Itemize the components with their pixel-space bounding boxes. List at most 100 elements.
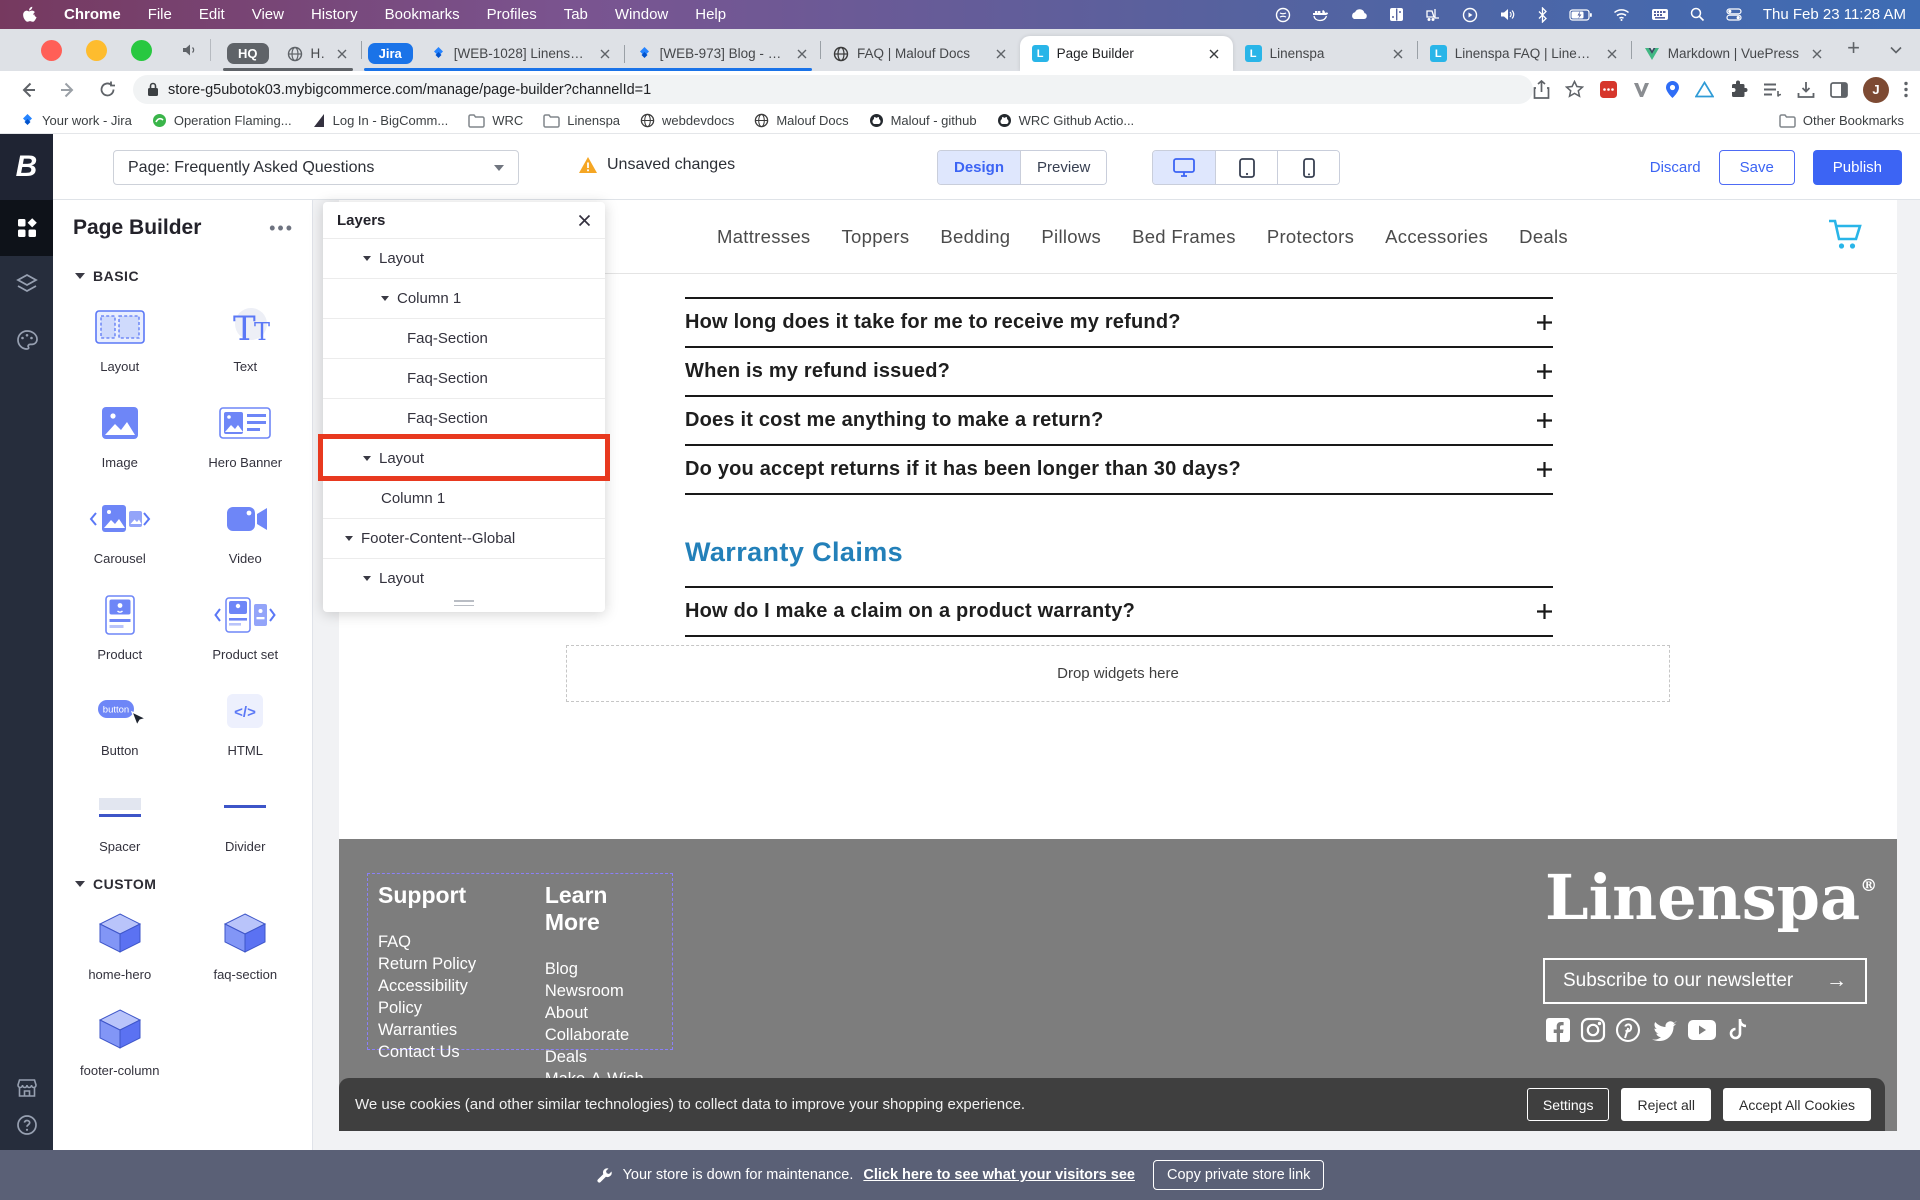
tab-close-icon[interactable] [334,45,351,62]
cookie-reject-button[interactable]: Reject all [1621,1088,1711,1121]
window-close-button[interactable] [41,40,62,61]
tiktok-icon[interactable] [1726,1017,1748,1043]
caret-down-icon[interactable] [381,296,389,301]
tab-linenspa-faq[interactable]: L Linenspa FAQ | Linensp [1418,36,1631,71]
location-pin-extension-icon[interactable] [1665,80,1680,99]
layer-row-footer-content-global[interactable]: Footer-Content--Global [323,518,605,558]
layer-row-column-1[interactable]: Column 1 [323,278,605,318]
caret-down-icon[interactable] [345,536,353,541]
storefront-icon[interactable] [16,1078,38,1098]
other-bookmarks[interactable]: Other Bookmarks [1779,113,1920,128]
page-selector-dropdown[interactable]: Page: Frequently Asked Questions [113,150,519,185]
desktop-view-button[interactable] [1153,151,1215,184]
widgets-panel-button[interactable] [0,200,53,256]
tab-web-973[interactable]: [WEB-973] Blog - hom [625,36,820,71]
menubar-item-window[interactable]: Window [615,6,668,23]
footer-link-newsroom[interactable]: Newsroom [545,980,662,1002]
caret-down-icon[interactable] [363,456,371,461]
newsletter-signup[interactable]: Subscribe to our newsletter → [1543,958,1867,1004]
widget-footer-column[interactable]: footer-column [57,1006,183,1078]
layer-row-faq-section[interactable]: Faq-Section [323,318,605,358]
forklift-icon[interactable] [1425,7,1441,22]
arrow-right-icon[interactable]: → [1826,969,1847,993]
layer-row-faq-section[interactable]: Faq-Section [323,358,605,398]
layer-row-layout[interactable]: Layout [323,238,605,278]
tab-group-chip-hq[interactable]: HQ [227,43,269,64]
menubar-clock[interactable]: Thu Feb 23 11:28 AM [1763,6,1906,23]
footer-link-faq[interactable]: FAQ [378,931,509,953]
panel-resize-handle[interactable] [323,598,605,612]
youtube-icon[interactable] [1687,1019,1717,1041]
tab-linenspa[interactable]: L Linenspa [1233,36,1417,71]
pinterest-icon[interactable] [1615,1017,1641,1043]
sidebar-panel-icon[interactable] [1830,82,1848,98]
plus-icon[interactable] [1536,412,1553,429]
docker-icon[interactable] [1312,7,1329,22]
caret-down-icon[interactable] [363,256,371,261]
publish-button[interactable]: Publish [1813,150,1902,185]
widget-video[interactable]: Video [183,494,309,566]
plus-icon[interactable] [1536,314,1553,331]
faq-accordion-item[interactable]: How do I make a claim on a product warra… [685,586,1553,635]
tab-web-1028[interactable]: [WEB-1028] Linenspa a [419,36,624,71]
nav-link-mattresses[interactable]: Mattresses [717,226,810,248]
share-icon[interactable] [1533,80,1550,99]
onedrive-icon[interactable] [1350,8,1368,21]
widget-text[interactable]: TT Text [183,302,309,374]
section-custom[interactable]: CUSTOM [53,854,312,896]
nav-link-pillows[interactable]: Pillows [1041,226,1101,248]
back-icon[interactable] [18,80,38,100]
bookmark-folder-linenspa[interactable]: Linenspa [543,113,620,128]
nav-link-toppers[interactable]: Toppers [841,226,909,248]
widget-home-hero[interactable]: home-hero [57,910,183,982]
caret-down-icon[interactable] [363,576,371,581]
tab-close-icon[interactable] [993,45,1010,62]
widget-product[interactable]: Product [57,590,183,662]
footer-link-about[interactable]: About [545,1002,662,1024]
cookie-accept-button[interactable]: Accept All Cookies [1723,1088,1871,1121]
tab-group-chip-jira[interactable]: Jira [368,43,413,64]
tablet-view-button[interactable] [1215,151,1277,184]
facebook-icon[interactable] [1545,1017,1571,1043]
widget-hero-banner[interactable]: Hero Banner [183,398,309,470]
tab-close-icon[interactable] [1206,45,1223,62]
tab-hq[interactable]: HQ [275,36,361,71]
control-center-icon[interactable] [1726,8,1742,21]
battery-icon[interactable] [1569,9,1592,21]
copy-private-store-link-button[interactable]: Copy private store link [1153,1160,1324,1190]
twitter-icon[interactable] [1650,1018,1678,1042]
new-tab-button[interactable]: + [1835,35,1872,65]
widget-divider[interactable]: Divider [183,782,309,854]
tab-close-icon[interactable] [1390,45,1407,62]
nav-link-bed-frames[interactable]: Bed Frames [1132,226,1236,248]
triangle-extension-icon[interactable] [1695,81,1714,98]
bookmark-malouf-github[interactable]: Malouf - github [869,113,977,128]
parallels-icon[interactable] [1389,7,1404,22]
preview-tab[interactable]: Preview [1020,151,1106,184]
download-icon[interactable] [1797,81,1815,99]
bookmark-login-bigcommerce[interactable]: Log In - BigComm... [312,113,449,128]
password-extension-icon[interactable] [1599,80,1618,99]
v-extension-icon[interactable] [1633,82,1650,98]
bookmark-your-work-jira[interactable]: Your work - Jira [20,113,132,128]
close-icon[interactable] [578,214,591,227]
widget-spacer[interactable]: Spacer [57,782,183,854]
discard-button[interactable]: Discard [1650,159,1701,176]
tab-page-builder-active[interactable]: L Page Builder [1020,36,1233,71]
footer-link-contact[interactable]: Contact Us [378,1041,509,1063]
tab-close-icon[interactable] [793,45,810,62]
wifi-icon[interactable] [1613,8,1630,21]
widget-layout[interactable]: Layout [57,302,183,374]
tab-close-icon[interactable] [597,45,614,62]
cookie-settings-button[interactable]: Settings [1527,1088,1610,1121]
bookmark-wrc-github-actions[interactable]: WRC Github Actio... [997,113,1135,128]
save-button[interactable]: Save [1719,150,1795,185]
nav-link-protectors[interactable]: Protectors [1267,226,1354,248]
footer-columns-selection[interactable]: Support FAQ Return Policy Accessibility … [367,873,673,1050]
queue-list-extension-icon[interactable] [1763,82,1782,98]
play-circle-icon[interactable] [1462,7,1478,23]
section-basic[interactable]: BASIC [53,246,312,288]
tab-close-icon[interactable] [1604,45,1621,62]
spotlight-icon[interactable] [1690,7,1705,22]
design-tab[interactable]: Design [938,151,1020,184]
